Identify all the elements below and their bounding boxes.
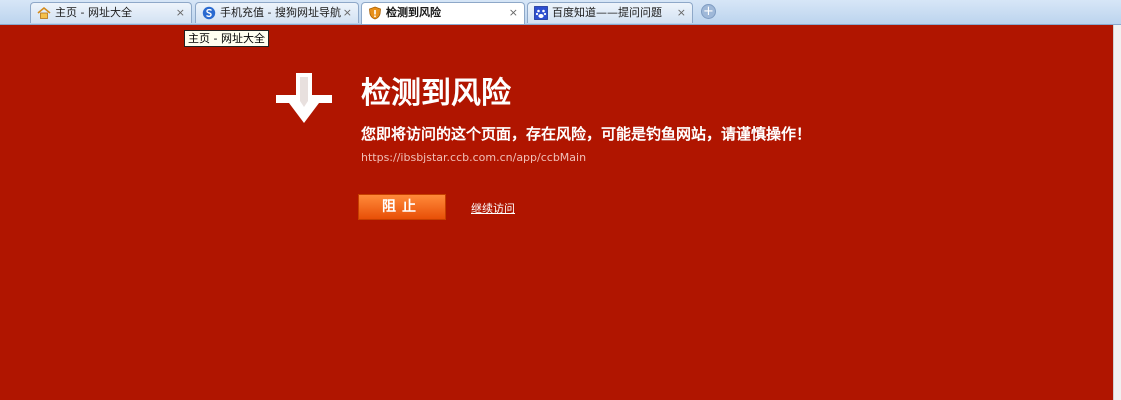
tab-label: 检测到风险 [386, 6, 441, 19]
tab-risk-detected[interactable]: 检测到风险 × [361, 2, 525, 24]
close-icon[interactable]: × [509, 3, 518, 22]
tab-label: 手机充值 - 搜狗网址导航 [220, 6, 341, 19]
tab-sogou[interactable]: 手机充值 - 搜狗网址导航 × [195, 2, 359, 23]
warning-page [0, 25, 1113, 400]
continue-visit-link[interactable]: 继续访问 [471, 201, 515, 217]
shield-warning-icon [369, 6, 381, 20]
tab-label: 百度知道——提问问题 [552, 6, 662, 19]
warning-message: 您即将访问的这个页面，存在风险，可能是钓鱼网站，请谨慎操作！ [361, 125, 812, 143]
tab-home[interactable]: 主页 - 网址大全 × [30, 2, 192, 23]
page-title: 检测到风险 [361, 76, 511, 111]
new-tab-button[interactable]: + [701, 4, 716, 19]
risky-url: https://ibsbjstar.ccb.com.cn/app/ccbMain [361, 151, 587, 164]
download-arrow-warning-icon [276, 73, 332, 123]
tab-tooltip: 主页 - 网址大全 [184, 30, 269, 47]
tab-strip: 主页 - 网址大全 × 手机充值 - 搜狗网址导航 × 检测到风险 × 百度知道… [0, 0, 1121, 25]
close-icon[interactable]: × [176, 3, 185, 22]
close-icon[interactable]: × [343, 3, 352, 22]
sogou-icon [202, 6, 216, 20]
vertical-scrollbar[interactable] [1113, 25, 1121, 400]
tab-baidu-zhidao[interactable]: 百度知道——提问问题 × [527, 2, 693, 23]
close-icon[interactable]: × [677, 3, 686, 22]
block-button[interactable]: 阻止 [358, 194, 446, 220]
home-icon [37, 6, 51, 19]
baidu-paw-icon [534, 6, 548, 20]
tab-label: 主页 - 网址大全 [55, 6, 132, 19]
